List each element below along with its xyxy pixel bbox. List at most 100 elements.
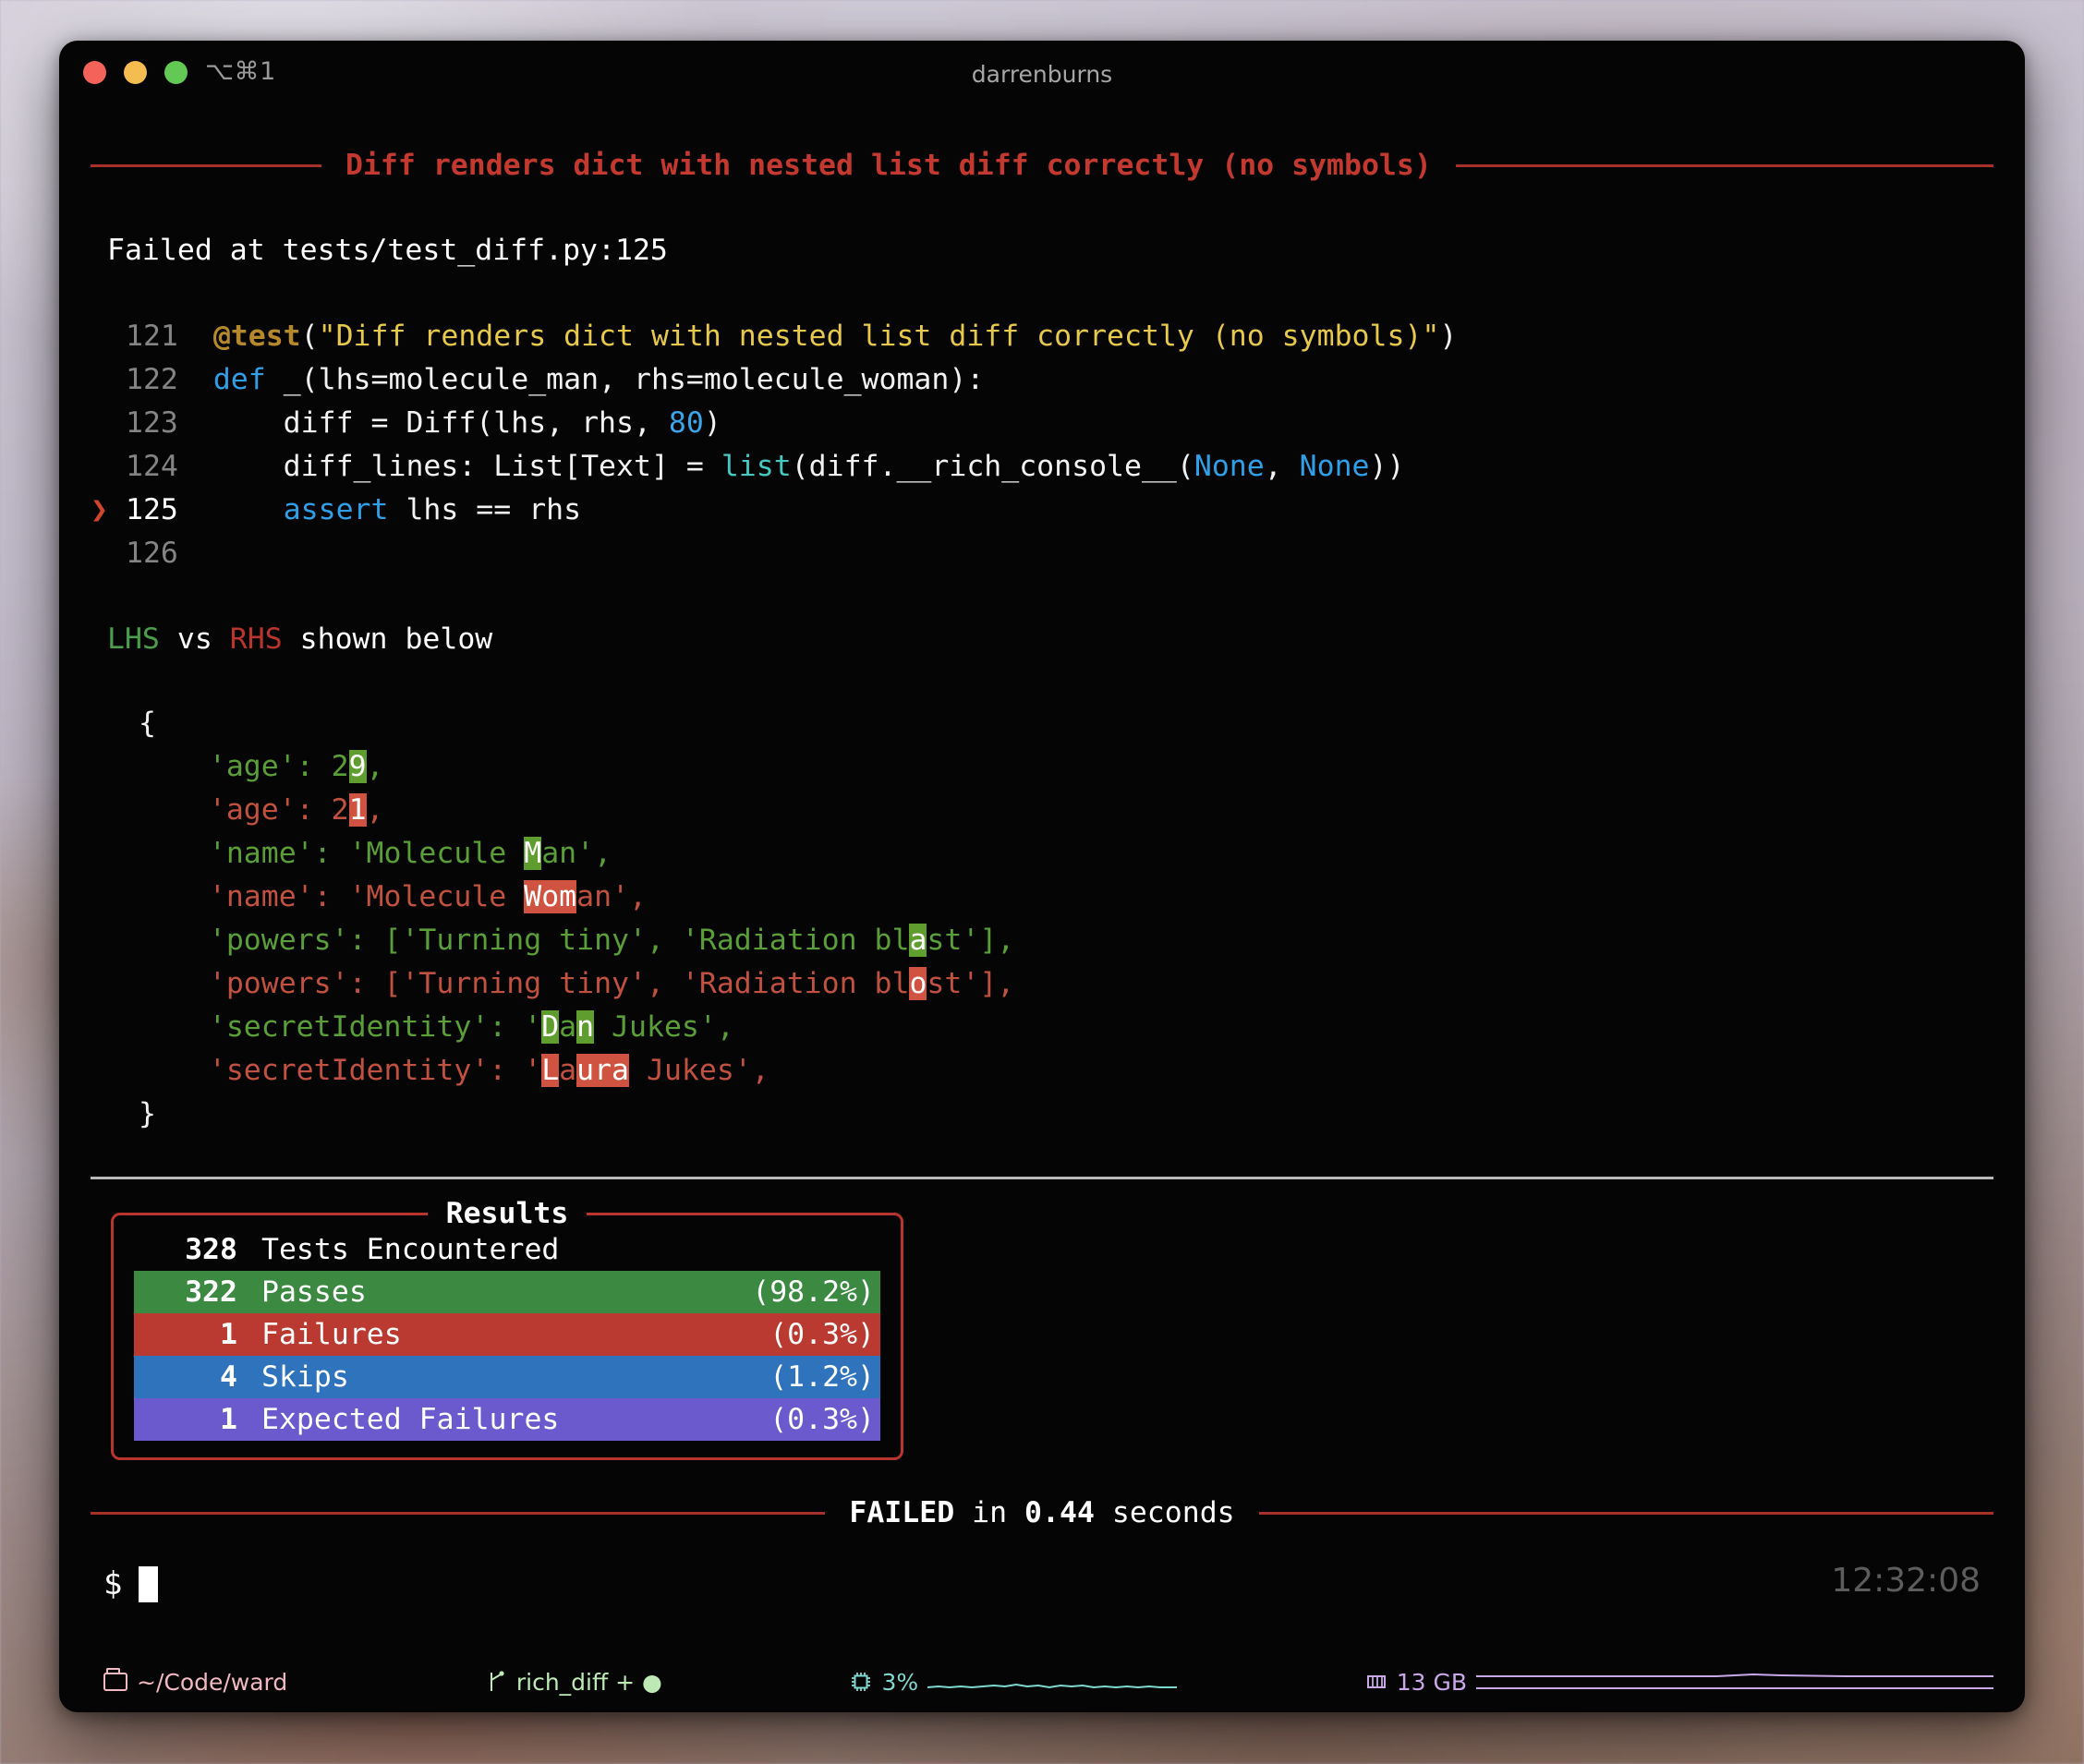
line-number: 122 (126, 363, 213, 396)
test-title-rule: Diff renders dict with nested list diff … (91, 144, 1993, 187)
results-label: Expected Failures (237, 1398, 769, 1442)
results-panel: Results 328Tests Encountered322Passes(98… (111, 1213, 903, 1460)
diff-line-rhs: 'secretIdentity': 'Laura Jukes', (139, 1049, 1993, 1093)
code-token: @test (213, 320, 301, 353)
diff-highlight: n (576, 1010, 594, 1044)
git-branch-icon (487, 1670, 507, 1694)
results-count: 1 (134, 1398, 237, 1442)
diff-highlight: L (541, 1054, 559, 1087)
diff-line-lhs: 'secretIdentity': 'Dan Jukes', (139, 1006, 1993, 1049)
results-count: 4 (134, 1356, 237, 1399)
gutter-spacer (91, 315, 126, 358)
code-token: , (1265, 450, 1300, 483)
code-line: 121 @test("Diff renders dict with nested… (91, 315, 1993, 358)
gutter-spacer (91, 358, 126, 402)
diff-text: Jukes', (629, 1054, 769, 1087)
git-branch-text: rich_diff + ● (516, 1669, 662, 1696)
line-number: 125 (126, 493, 213, 526)
diff-text: 'secretIdentity': ' (139, 1010, 541, 1044)
diff-text: 'age': 2 (139, 750, 349, 783)
line-number: 121 (126, 320, 213, 353)
diff-highlight: Wom (524, 880, 576, 913)
code-token: "Diff renders dict with nested list diff… (319, 320, 1440, 353)
code-token: ) (704, 406, 721, 440)
code-token: list (721, 450, 792, 483)
results-row: 328Tests Encountered (134, 1228, 880, 1271)
cpu-icon (850, 1671, 872, 1693)
run-duration: 0.44 (1024, 1496, 1095, 1529)
run-summary-rule: FAILED in 0.44 seconds (91, 1492, 1993, 1535)
code-line: 123 diff = Diff(lhs, rhs, 80) (91, 402, 1993, 445)
prompt-symbol: $ (103, 1563, 122, 1606)
shell-prompt[interactable]: $ 12:32:08 (91, 1563, 1993, 1606)
code-token: lhs == rhs (388, 493, 581, 526)
code-token: diff = Diff(lhs, rhs, (213, 406, 669, 440)
folder-icon (103, 1673, 127, 1691)
results-count: 328 (134, 1228, 237, 1272)
results-label: Failures (237, 1313, 769, 1357)
run-in-word: in (972, 1496, 1007, 1529)
cpu-text: 3% (881, 1669, 918, 1696)
diff-line-rhs: 'age': 21, (139, 789, 1993, 832)
window-titlebar: ⌥⌘1 darrenburns (59, 41, 2025, 100)
diff-text: st'], (927, 967, 1014, 1000)
diff-open-brace: { (139, 702, 1993, 745)
code-token: None (1300, 450, 1370, 483)
run-summary-text: FAILED in 0.44 seconds (849, 1492, 1234, 1535)
memory-icon (1365, 1671, 1387, 1693)
current-line-marker-icon: ❯ (91, 489, 126, 532)
diff-line-lhs: 'powers': ['Turning tiny', 'Radiation bl… (139, 919, 1993, 962)
diff-text: a (559, 1054, 576, 1087)
code-line: ❯125 assert lhs == rhs (91, 489, 1993, 532)
diff-line-rhs: 'powers': ['Turning tiny', 'Radiation bl… (139, 962, 1993, 1006)
terminal-output: Diff renders dict with nested list diff … (59, 100, 2025, 1661)
code-token: diff_lines: List[Text] = (213, 450, 721, 483)
code-token: None (1194, 450, 1265, 483)
code-token: def (213, 363, 266, 396)
diff-text: 'secretIdentity': ' (139, 1054, 541, 1087)
diff-line-lhs: 'name': 'Molecule Man', (139, 832, 1993, 876)
results-count: 322 (134, 1271, 237, 1314)
code-token: _(lhs=molecule_man, rhs=molecule_woman): (266, 363, 985, 396)
line-number: 124 (126, 450, 213, 483)
code-token: (diff.__rich_console__( (792, 450, 1194, 483)
code-token: ) (1439, 320, 1457, 353)
status-cpu[interactable]: 3% (850, 1669, 1177, 1696)
diff-text: , (367, 750, 384, 783)
footer-rule-right (1259, 1512, 1993, 1515)
test-title: Diff renders dict with nested list diff … (345, 144, 1432, 187)
results-row: 1Failures(0.3%) (134, 1313, 880, 1356)
lhs-label: LHS (107, 622, 160, 656)
diff-line-rhs: 'name': 'Molecule Woman', (139, 876, 1993, 919)
vs-label: vs (177, 622, 212, 656)
diff-text: an', (576, 880, 647, 913)
diff-highlight: o (909, 967, 927, 1000)
diff-line-list: 'age': 29, 'age': 21, 'name': 'Molecule … (139, 745, 1993, 1093)
results-percentage: (0.3%) (769, 1398, 880, 1442)
status-memory[interactable]: 13 GB (1365, 1669, 1993, 1696)
diff-highlight: M (524, 837, 541, 870)
cpu-sparkline (927, 1671, 1177, 1693)
status-cwd[interactable]: ~/Code/ward (103, 1669, 287, 1696)
rule-line-right (1456, 164, 1993, 167)
status-git-branch[interactable]: rich_diff + ● (487, 1669, 662, 1696)
line-number: 126 (126, 537, 213, 570)
diff-text: 'powers': ['Turning tiny', 'Radiation bl (139, 967, 909, 1000)
results-row: 4Skips(1.2%) (134, 1356, 880, 1398)
results-row: 1Expected Failures(0.3%) (134, 1398, 880, 1441)
results-percentage: (0.3%) (769, 1313, 880, 1357)
diff-highlight: D (541, 1010, 559, 1044)
code-token: )) (1370, 450, 1405, 483)
clock: 12:32:08 (1831, 1559, 1981, 1602)
rhs-label: RHS (230, 622, 283, 656)
results-label: Tests Encountered (237, 1228, 875, 1272)
diff-highlight: 9 (349, 750, 367, 783)
diff-line-lhs: 'age': 29, (139, 745, 1993, 789)
gutter-spacer (91, 445, 126, 489)
results-panel-wrap: Results 328Tests Encountered322Passes(98… (91, 1179, 1993, 1460)
gutter-spacer (91, 402, 126, 445)
results-percentage: (98.2%) (752, 1271, 880, 1314)
run-duration-unit: seconds (1112, 1496, 1235, 1529)
failure-location: Failed at tests/test_diff.py:125 (91, 229, 1993, 272)
results-label: Skips (237, 1356, 769, 1399)
